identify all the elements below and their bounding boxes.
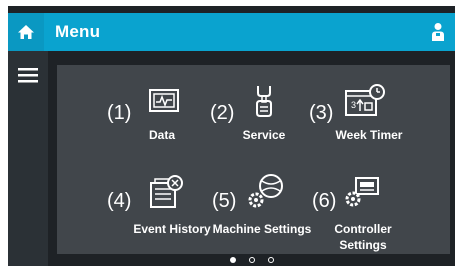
menu-item-number: (4) [107,190,132,212]
service-wrench-icon [256,86,272,117]
sidebar [8,51,48,266]
menu-item-number: (3) [309,102,334,124]
menu-item-label: Week Timer [335,128,403,142]
menu-item-label-line2: Settings [339,238,387,252]
page-dot-active[interactable] [230,257,236,263]
menu-toggle-button[interactable] [18,67,38,88]
controller-settings-icon [345,177,379,207]
calendar-timer-icon: 3 [345,84,385,116]
menu-item-service[interactable]: (2) Service [187,65,317,160]
svg-text:3: 3 [351,100,356,110]
menu-item-label: Service [242,128,286,142]
menu-item-data[interactable]: (1) Data [57,65,187,160]
menu-panel: (1) Data (2) Service (3) 3 Week Timer (4… [57,65,450,254]
menu-item-label: Machine Settings [212,222,312,236]
home-button[interactable] [8,13,44,51]
menu-item-event-history[interactable]: (4) Event History [57,165,211,254]
page-title: Menu [55,22,101,41]
menu-item-controller-settings[interactable]: (6) Controller Settings [312,165,450,254]
header-bar: Menu [8,13,455,51]
user-button[interactable] [431,22,445,47]
menu-item-label: Data [148,128,175,142]
menu-item-number: (2) [210,102,235,124]
user-icon [432,23,444,41]
menu-item-number: (1) [107,102,132,124]
screen: Menu (1) Data (2) Service (3) 3 Week Tim… [8,6,455,266]
home-icon [18,25,34,39]
chart-monitor-icon [149,89,179,112]
page-dot[interactable] [249,257,255,263]
menu-item-number: (6) [312,190,337,212]
menu-item-label-line1: Controller [334,222,392,236]
menu-item-number: (5) [212,190,237,212]
hamburger-menu-icon [18,68,38,83]
menu-item-machine-settings[interactable]: (5) Machine Settings [202,165,312,254]
event-history-icon [150,175,183,208]
machine-settings-icon [248,174,283,208]
page-dot[interactable] [268,257,274,263]
menu-item-week-timer[interactable]: (3) 3 Week Timer [309,65,450,160]
